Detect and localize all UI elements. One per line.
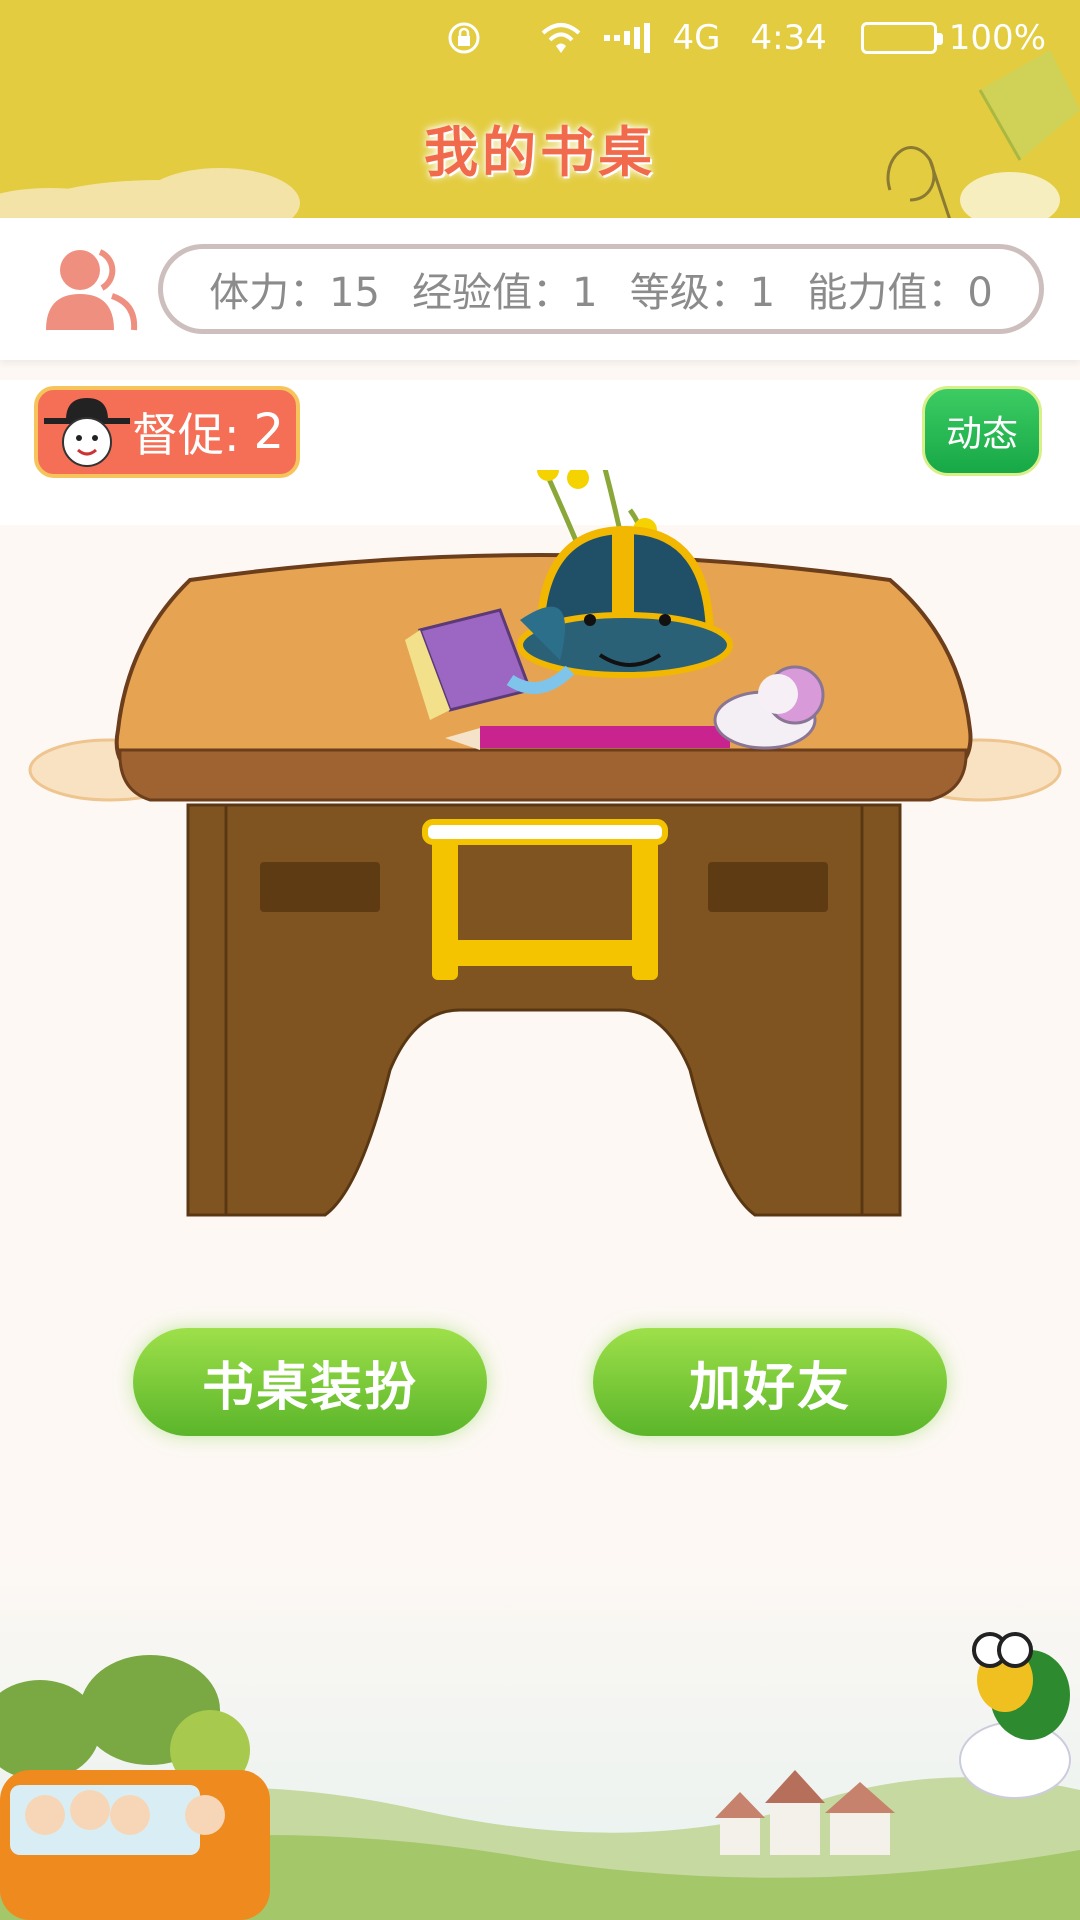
desk-decorate-button[interactable]: 书桌装扮 bbox=[133, 1328, 487, 1436]
signal-icon bbox=[604, 23, 651, 53]
add-friend-button[interactable]: 加好友 bbox=[593, 1328, 947, 1436]
urge-button[interactable]: 督促: 2 bbox=[34, 386, 300, 478]
stamina-stat: 体力：15 bbox=[209, 270, 380, 316]
page-title: 我的书桌 bbox=[424, 121, 656, 184]
rotation-lock-icon bbox=[446, 20, 482, 56]
stats-row: 体力：15 经验值：1 等级：1 能力值：0 bbox=[0, 218, 1080, 360]
header: 4G 4:34 100% 我的书桌 bbox=[0, 0, 1080, 218]
battery-percent: 100% bbox=[948, 18, 1046, 58]
desk-illustration bbox=[28, 470, 1062, 1217]
clock: 4:34 bbox=[750, 18, 827, 58]
dynamic-button[interactable]: 动态 bbox=[922, 386, 1042, 476]
bottom-scenery bbox=[0, 1560, 1080, 1920]
school-bus bbox=[0, 1770, 270, 1920]
wifi-icon bbox=[540, 21, 582, 55]
battery-icon bbox=[860, 22, 943, 54]
friends-icon[interactable] bbox=[42, 242, 138, 338]
network-type: 4G bbox=[672, 18, 721, 58]
level-stat: 等级：1 bbox=[629, 270, 776, 316]
ability-stat: 能力值：0 bbox=[807, 270, 993, 316]
stats-panel: 体力：15 经验值：1 等级：1 能力值：0 bbox=[158, 244, 1044, 334]
urge-label: 督促: bbox=[132, 408, 240, 462]
experience-stat: 经验值：1 bbox=[412, 270, 598, 316]
official-face-icon bbox=[44, 398, 130, 467]
status-bar: 4G 4:34 100% bbox=[0, 0, 1080, 76]
official-hat-decoration bbox=[517, 525, 733, 678]
pencil-decoration bbox=[445, 726, 730, 750]
urge-count: 2 bbox=[253, 404, 285, 460]
